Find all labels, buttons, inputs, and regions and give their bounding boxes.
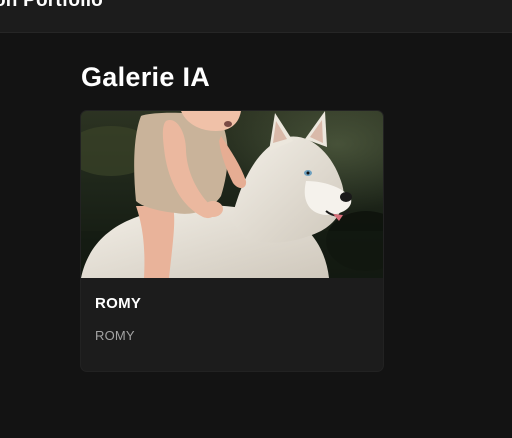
site-brand[interactable]: on Portfolio [0, 0, 103, 12]
top-navbar: on Portfolio [0, 0, 512, 33]
card-subtitle: ROMY [95, 328, 135, 343]
card-title: ROMY [95, 295, 142, 312]
card-image[interactable] [81, 111, 383, 278]
page-title: Galerie IA [81, 62, 211, 92]
gallery-card[interactable]: ROMY ROMY [81, 111, 383, 371]
